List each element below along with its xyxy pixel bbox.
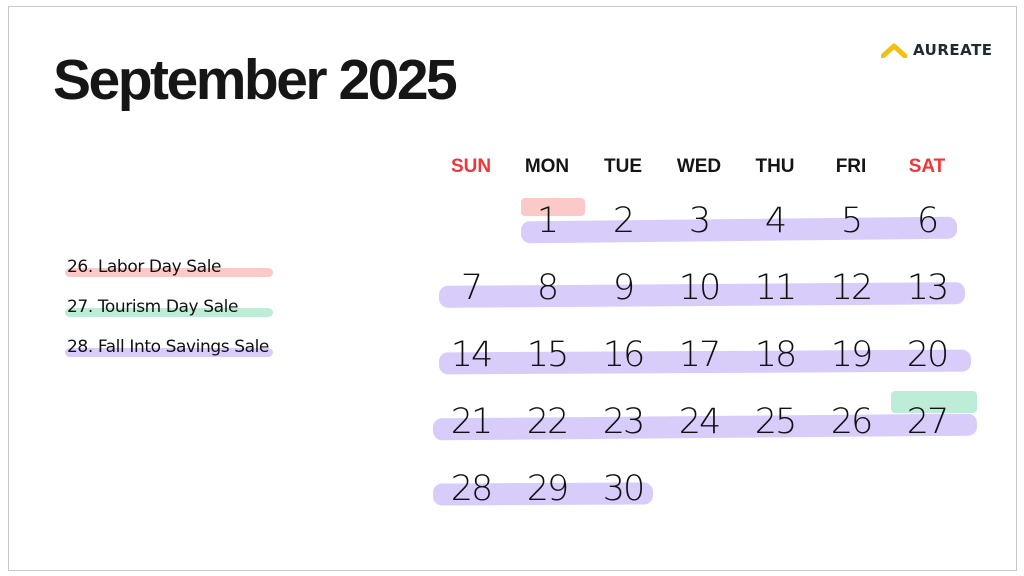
event-legend: 26. Labor Day Sale 27. Tourism Day Sale … <box>65 255 273 375</box>
day-cell-21[interactable]: 21 <box>433 402 509 442</box>
legend-item-labor-day: 26. Labor Day Sale <box>65 255 273 295</box>
day-cell-11[interactable]: 11 <box>737 268 813 308</box>
week-row: 14 15 16 17 18 19 20 <box>433 321 972 388</box>
day-cell-4[interactable]: 4 <box>737 201 813 241</box>
chevron-up-icon <box>881 43 907 58</box>
weekday-mon: MON <box>524 156 570 177</box>
day-cell-16[interactable]: 16 <box>585 335 661 375</box>
day-cell-9[interactable]: 9 <box>585 268 661 308</box>
day-cell-15[interactable]: 15 <box>509 335 585 375</box>
day-cell-12[interactable]: 12 <box>813 268 889 308</box>
day-cell-6[interactable]: 6 <box>889 201 965 241</box>
day-cell-7[interactable]: 7 <box>433 268 509 308</box>
weekday-fri: FRI <box>835 156 867 177</box>
brand-name: AUREATE <box>913 41 993 59</box>
day-cell-27[interactable]: 27 <box>889 402 965 442</box>
day-cell-25[interactable]: 25 <box>737 402 813 442</box>
day-cell-20[interactable]: 20 <box>889 335 965 375</box>
day-cell-10[interactable]: 10 <box>661 268 737 308</box>
day-cell-29[interactable]: 29 <box>509 469 585 509</box>
weekday-sun: SUN <box>450 156 492 177</box>
day-cell-26[interactable]: 26 <box>813 402 889 442</box>
legend-item-tourism-day: 27. Tourism Day Sale <box>65 295 273 335</box>
day-cell-2[interactable]: 2 <box>585 201 661 241</box>
day-cell-5[interactable]: 5 <box>813 201 889 241</box>
weekday-sat: SAT <box>908 156 946 177</box>
calendar-grid: SUN MON TUE WED THU FRI SAT 1 2 3 4 5 6 7 8 9 10 11 12 13 1… <box>432 147 978 522</box>
weekday-header: SUN MON TUE WED THU FRI SAT <box>433 147 969 187</box>
day-cell-18[interactable]: 18 <box>737 335 813 375</box>
day-cell-1[interactable]: 1 <box>509 201 585 241</box>
week-row: 7 8 9 10 11 12 13 <box>433 254 969 321</box>
day-cell-8[interactable]: 8 <box>509 268 585 308</box>
week-row: 28 29 30 <box>432 455 969 522</box>
page-title: September 2025 <box>53 48 458 112</box>
legend-label: 27. Tourism Day Sale <box>67 297 239 317</box>
day-cell-17[interactable]: 17 <box>661 335 737 375</box>
day-cell-13[interactable]: 13 <box>889 268 965 308</box>
week-row: 123456 <box>433 187 969 254</box>
day-cell-22[interactable]: 22 <box>509 402 585 442</box>
day-cell-23[interactable]: 23 <box>585 402 661 442</box>
day-cell-28[interactable]: 28 <box>433 469 509 509</box>
day-cell-19[interactable]: 19 <box>813 335 889 375</box>
day-cell-24[interactable]: 24 <box>661 402 737 442</box>
weekday-wed: WED <box>676 156 722 177</box>
weekday-thu: THU <box>755 156 795 177</box>
legend-label: 28. Fall Into Savings Sale <box>67 337 269 357</box>
day-cell-3[interactable]: 3 <box>661 201 737 241</box>
week-row: 21 22 23 24 25 26 27 <box>432 388 978 455</box>
legend-label: 26. Labor Day Sale <box>67 257 222 277</box>
slide-frame: September 2025 AUREATE 26. Labor Day Sal… <box>8 6 1017 571</box>
weekday-tue: TUE <box>604 156 642 177</box>
legend-item-fall-savings: 28. Fall Into Savings Sale <box>65 335 273 375</box>
day-cell-14[interactable]: 14 <box>433 335 509 375</box>
brand-logo: AUREATE <box>881 41 993 59</box>
day-cell-30[interactable]: 30 <box>585 469 661 509</box>
